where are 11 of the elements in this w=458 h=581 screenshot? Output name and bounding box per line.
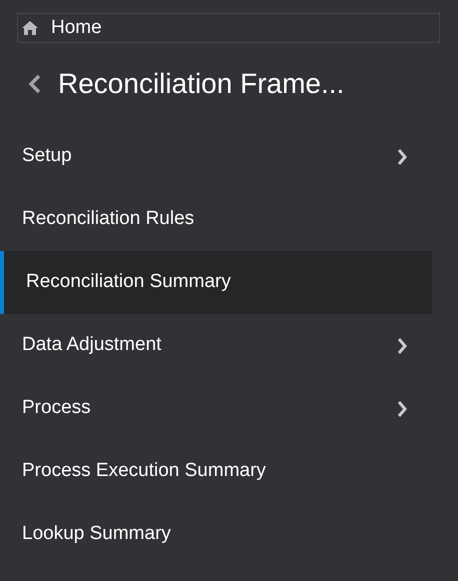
menu-item[interactable]: Process bbox=[0, 377, 432, 440]
home-link[interactable]: Home bbox=[17, 13, 440, 43]
menu-item[interactable]: Reconciliation Rules bbox=[0, 188, 432, 251]
section-title: Reconciliation Frame... bbox=[58, 67, 344, 101]
menu-item[interactable]: Reconciliation Summary bbox=[0, 251, 432, 314]
menu-item[interactable]: Data Adjustment bbox=[0, 314, 432, 377]
menu-item[interactable]: Lookup Summary bbox=[0, 503, 432, 566]
back-chevron-icon[interactable] bbox=[28, 74, 42, 94]
menu-item[interactable]: Setup bbox=[0, 125, 432, 188]
home-icon bbox=[21, 20, 39, 36]
menu-item[interactable]: Process Execution Summary bbox=[0, 440, 432, 503]
